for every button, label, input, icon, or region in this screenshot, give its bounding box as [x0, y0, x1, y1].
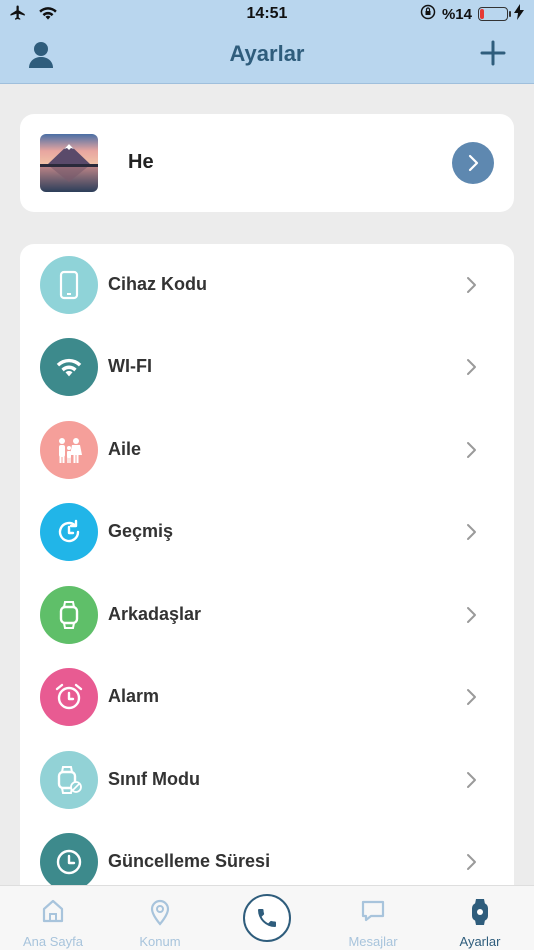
status-bar: 14:51 %14 — [0, 0, 534, 28]
chevron-right-icon[interactable] — [452, 142, 494, 184]
profile-photo — [40, 134, 98, 192]
tab-location[interactable]: Konum — [107, 886, 213, 950]
menu-item-label: Alarm — [108, 686, 160, 706]
watch-settings-icon — [427, 898, 533, 926]
tab-home[interactable]: Ana Sayfa — [0, 886, 106, 950]
chevron-right-icon — [466, 523, 478, 546]
battery-icon — [478, 7, 511, 21]
menu-item-family[interactable]: Aile — [20, 409, 514, 491]
chevron-right-icon — [466, 606, 478, 629]
tab-messages[interactable]: Mesajlar — [320, 886, 426, 950]
chevron-right-icon — [466, 276, 478, 299]
family-icon — [40, 421, 98, 479]
page-title: Ayarlar — [229, 41, 305, 66]
tab-label: Mesajlar — [348, 934, 398, 949]
chevron-right-icon — [466, 441, 478, 464]
menu-item-class-mode[interactable]: Sınıf Modu — [20, 739, 514, 821]
home-icon — [0, 898, 106, 924]
menu-item-device-code[interactable]: Cihaz Kodu — [20, 244, 514, 326]
menu-item-label: Cihaz Kodu — [108, 274, 207, 294]
plus-icon[interactable] — [480, 40, 506, 71]
menu-item-label: Aile — [108, 439, 142, 459]
tab-label: Ayarlar — [459, 934, 501, 949]
history-icon — [40, 503, 98, 561]
tab-settings[interactable]: Ayarlar — [427, 886, 533, 950]
chevron-right-icon — [466, 771, 478, 794]
chat-icon — [320, 898, 426, 924]
menu-item-friends[interactable]: Arkadaşlar — [20, 574, 514, 656]
wifi-icon — [40, 338, 98, 396]
menu-item-label: WI-FI — [108, 356, 152, 376]
menu-item-label: Güncelleme Süresi — [108, 851, 271, 871]
battery-level — [480, 9, 484, 19]
menu-item-wifi[interactable]: WI-FI — [20, 326, 514, 408]
location-pin-icon — [107, 898, 213, 926]
tab-bar: Ana Sayfa Konum Mesajlar Ayarlar — [0, 885, 534, 950]
alarm-icon — [40, 668, 98, 726]
tab-label: Ana Sayfa — [23, 934, 83, 949]
watch-icon — [40, 586, 98, 644]
status-right: %14 — [420, 4, 524, 24]
device-icon — [40, 256, 98, 314]
settings-menu: Cihaz Kodu WI-FI Aile Geçmiş Arkadaşlar … — [20, 244, 514, 904]
menu-item-label: Sınıf Modu — [108, 769, 200, 789]
menu-item-alarm[interactable]: Alarm — [20, 656, 514, 738]
profile-name: He — [128, 151, 154, 173]
menu-item-label: Geçmiş — [108, 521, 174, 541]
class-mode-watch-icon — [40, 751, 98, 809]
chevron-right-icon — [466, 688, 478, 711]
tab-label: Konum — [139, 934, 181, 949]
phone-icon[interactable] — [243, 894, 291, 942]
clock-icon — [40, 833, 98, 891]
chevron-right-icon — [466, 358, 478, 381]
menu-item-history[interactable]: Geçmiş — [20, 491, 514, 573]
nav-bar: Ayarlar — [0, 28, 534, 84]
orientation-lock-icon — [420, 4, 436, 24]
profile-card[interactable]: He — [20, 114, 514, 212]
charging-icon — [514, 4, 524, 24]
chevron-right-icon — [466, 853, 478, 876]
battery-percent: %14 — [441, 5, 472, 23]
menu-item-label: Arkadaşlar — [108, 604, 202, 624]
